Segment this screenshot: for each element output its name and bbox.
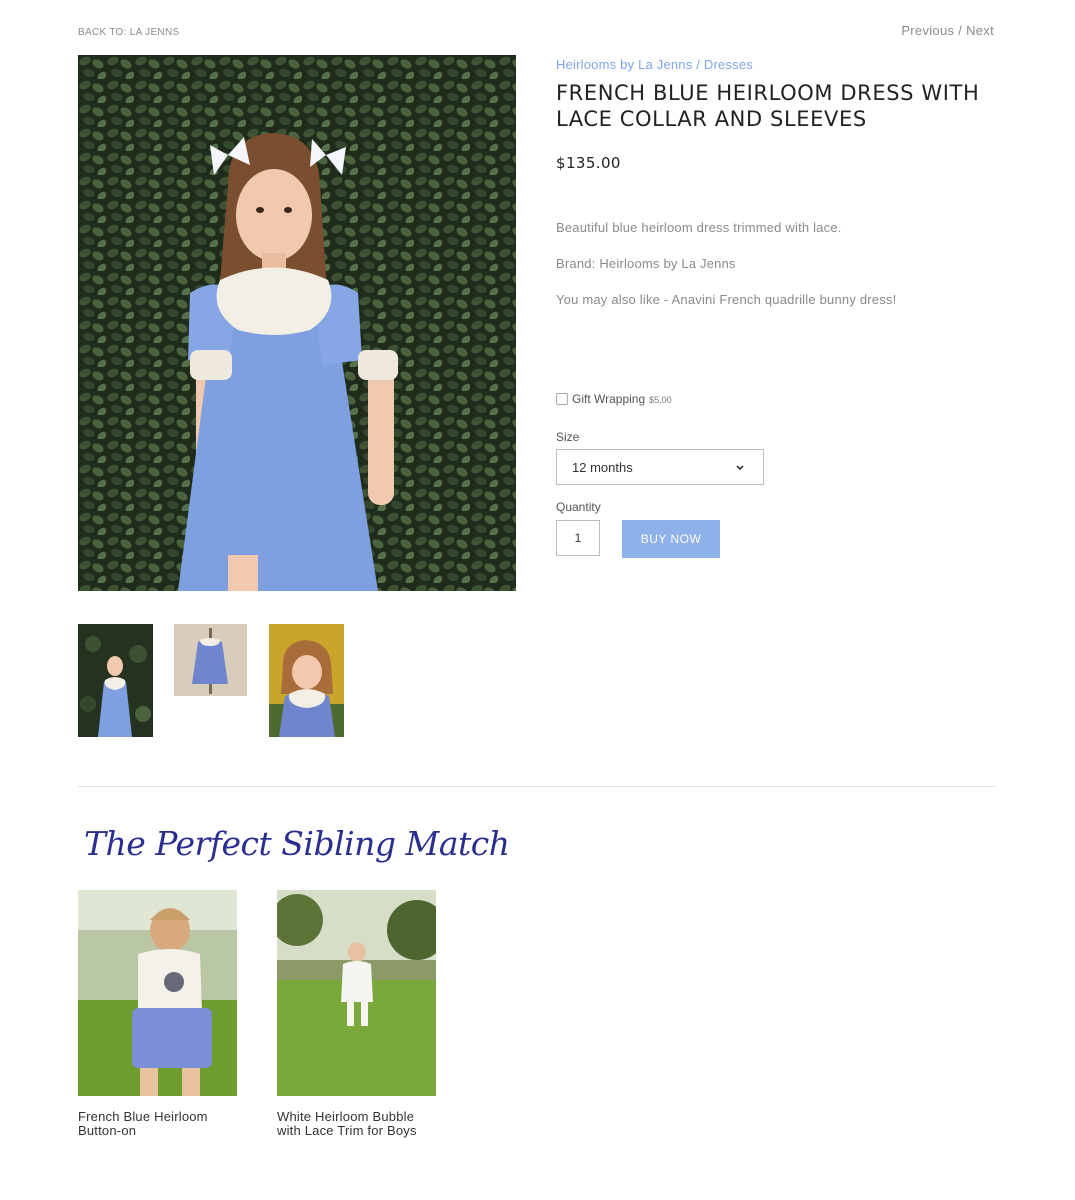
- related-product-card[interactable]: French Blue Heirloom Button-on: [78, 890, 238, 1138]
- quantity-input[interactable]: 1: [556, 520, 600, 556]
- main-product-photo[interactable]: [78, 55, 516, 591]
- breadcrumb-brand-link[interactable]: Heirlooms by La Jenns: [556, 57, 692, 72]
- toddler-in-white-bubble-photo-icon: [277, 890, 436, 1096]
- blue-dress-on-mannequin-thumbnail-icon: [174, 624, 247, 696]
- related-product-image[interactable]: [277, 890, 436, 1096]
- breadcrumb-category-link[interactable]: Dresses: [704, 57, 753, 72]
- product-description: Beautiful blue heirloom dress trimmed wi…: [556, 220, 996, 328]
- size-selected-value: 12 months: [572, 459, 633, 475]
- description-brand-line: Brand: Heirlooms by La Jenns: [556, 256, 736, 271]
- description-also-like-line: You may also like - Anavini French quadr…: [556, 292, 897, 307]
- gift-wrapping-label: Gift Wrapping: [572, 392, 646, 406]
- product-title: FRENCH BLUE HEIRLOOM DRESS WITH LACE COL…: [556, 81, 980, 131]
- related-product-card[interactable]: White Heirloom Bubble with Lace Trim for…: [277, 890, 437, 1138]
- buy-now-button[interactable]: BUY NOW: [622, 520, 720, 558]
- next-link[interactable]: Next: [966, 23, 994, 38]
- prev-next-nav: Previous / Next: [901, 23, 994, 38]
- sibling-match-heading: The Perfect Sibling Match: [84, 824, 510, 863]
- product-info: Heirlooms by La Jenns / Dresses FRENCH B…: [556, 57, 996, 172]
- size-label: Size: [556, 430, 580, 444]
- thumbnail-3[interactable]: [269, 624, 344, 737]
- gift-wrapping-checkbox[interactable]: [556, 393, 568, 405]
- size-select[interactable]: 12 months: [556, 449, 764, 485]
- related-product-name-line1: French Blue Heirloom: [78, 1109, 208, 1124]
- thumbnail-2[interactable]: [174, 624, 247, 696]
- related-product-name[interactable]: French Blue Heirloom Button-on: [78, 1110, 238, 1138]
- chevron-down-icon: [736, 465, 744, 471]
- prev-next-separator: /: [958, 23, 963, 38]
- previous-link[interactable]: Previous: [901, 23, 954, 38]
- boy-in-blue-button-on-photo-icon: [78, 890, 237, 1096]
- girl-in-blue-dress-thumbnail-icon: [78, 624, 153, 737]
- smiling-girl-yellow-background-thumbnail-icon: [269, 624, 344, 737]
- breadcrumb: Heirlooms by La Jenns / Dresses: [556, 57, 996, 72]
- related-product-image[interactable]: [78, 890, 237, 1096]
- quantity-label: Quantity: [556, 500, 601, 514]
- related-product-name[interactable]: White Heirloom Bubble with Lace Trim for…: [277, 1110, 437, 1138]
- breadcrumb-separator: /: [692, 57, 704, 72]
- gift-wrapping-option[interactable]: Gift Wrapping $5.00: [556, 392, 672, 406]
- back-to-collection-link[interactable]: BACK TO: LA JENNS: [78, 27, 179, 38]
- related-product-name-line2: with Lace Trim for Boys: [277, 1123, 417, 1138]
- related-product-name-line2: Button-on: [78, 1123, 137, 1138]
- section-divider: [78, 786, 995, 787]
- product-price: $135.00: [556, 154, 621, 172]
- gift-wrapping-fee: $5.00: [649, 394, 672, 405]
- girl-in-blue-dress-photo-icon: [78, 55, 516, 591]
- thumbnail-1[interactable]: [78, 624, 153, 737]
- related-product-name-line1: White Heirloom Bubble: [277, 1109, 415, 1124]
- description-line: Beautiful blue heirloom dress trimmed wi…: [556, 220, 842, 235]
